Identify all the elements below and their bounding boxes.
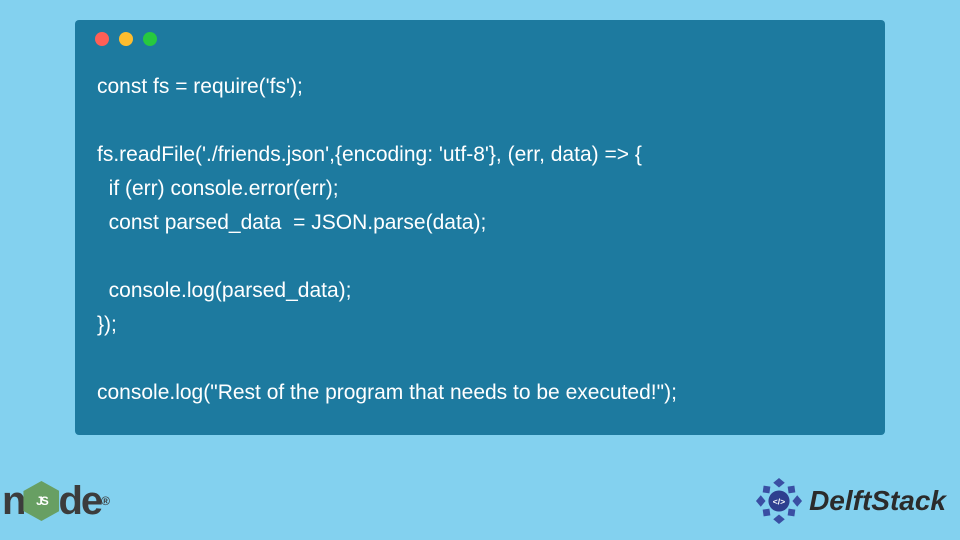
registered-mark: ® (101, 494, 108, 508)
code-block: const fs = require('fs'); fs.readFile('.… (75, 58, 885, 432)
code-window: const fs = require('fs'); fs.readFile('.… (75, 20, 885, 435)
delftstack-label: DelftStack (809, 485, 946, 517)
close-icon[interactable] (95, 32, 109, 46)
footer-bar: n JS de ® </> Delf (0, 462, 960, 540)
node-hex-text: JS (36, 494, 47, 508)
delftstack-emblem-icon: </> (755, 477, 803, 525)
code-glyph-icon: </> (773, 496, 785, 506)
delftstack-logo: </> DelftStack (755, 477, 946, 525)
node-letters-de: de (58, 479, 101, 524)
window-titlebar (75, 20, 885, 58)
node-hex-icon: JS (22, 479, 60, 523)
node-letter-n: n (2, 479, 24, 524)
maximize-icon[interactable] (143, 32, 157, 46)
nodejs-logo: n JS de ® (2, 479, 108, 524)
minimize-icon[interactable] (119, 32, 133, 46)
